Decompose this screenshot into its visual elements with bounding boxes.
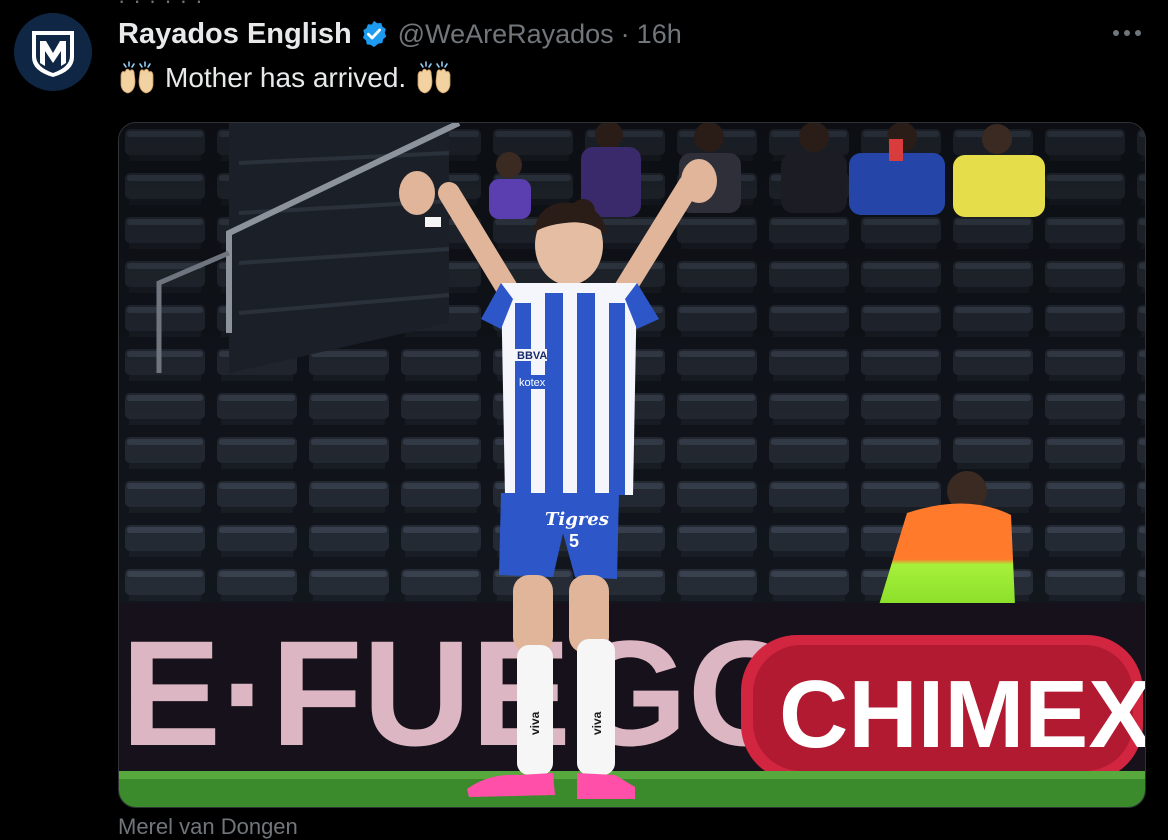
- avatar[interactable]: [14, 13, 92, 91]
- tweet-text: Mother has arrived.: [118, 58, 453, 98]
- tweet-media-photo[interactable]: E·FUEGO CHIMEX BBVA kotex Tigres 5 viva …: [118, 122, 1146, 808]
- shorts-number: 5: [569, 531, 579, 551]
- rayados-logo-icon: [32, 31, 74, 77]
- stadium-photo: E·FUEGO CHIMEX BBVA kotex Tigres 5 viva …: [119, 123, 1145, 807]
- previous-content-fragment: · · · · · ·: [118, 0, 204, 13]
- banner-right-text: CHIMEX: [779, 661, 1145, 768]
- sock-brand-right: viva: [590, 711, 604, 735]
- next-content-caption: Merel van Dongen: [118, 814, 298, 839]
- verified-badge-icon[interactable]: [359, 19, 389, 49]
- display-name[interactable]: Rayados English: [118, 18, 352, 51]
- more-options-button[interactable]: [1104, 18, 1150, 48]
- raising-hands-emoji-icon: [118, 61, 156, 95]
- user-handle[interactable]: @WeAreRayados: [398, 19, 614, 50]
- raising-hands-emoji-icon: [415, 61, 453, 95]
- banner-left-text: E·FUEGO: [121, 609, 804, 777]
- shirt-sponsor-1: BBVA: [517, 350, 547, 362]
- sock-brand-left: viva: [528, 711, 542, 735]
- timestamp[interactable]: 16h: [637, 19, 682, 50]
- separator: ·: [620, 18, 630, 49]
- shorts-sponsor: Tigres: [545, 509, 609, 530]
- shirt-sponsor-2: kotex: [519, 377, 546, 389]
- more-options-icon: [1113, 30, 1141, 36]
- tweet-text-body: Mother has arrived.: [165, 62, 407, 93]
- tweet-header: Rayados English @WeAreRayados · 16h: [118, 14, 682, 54]
